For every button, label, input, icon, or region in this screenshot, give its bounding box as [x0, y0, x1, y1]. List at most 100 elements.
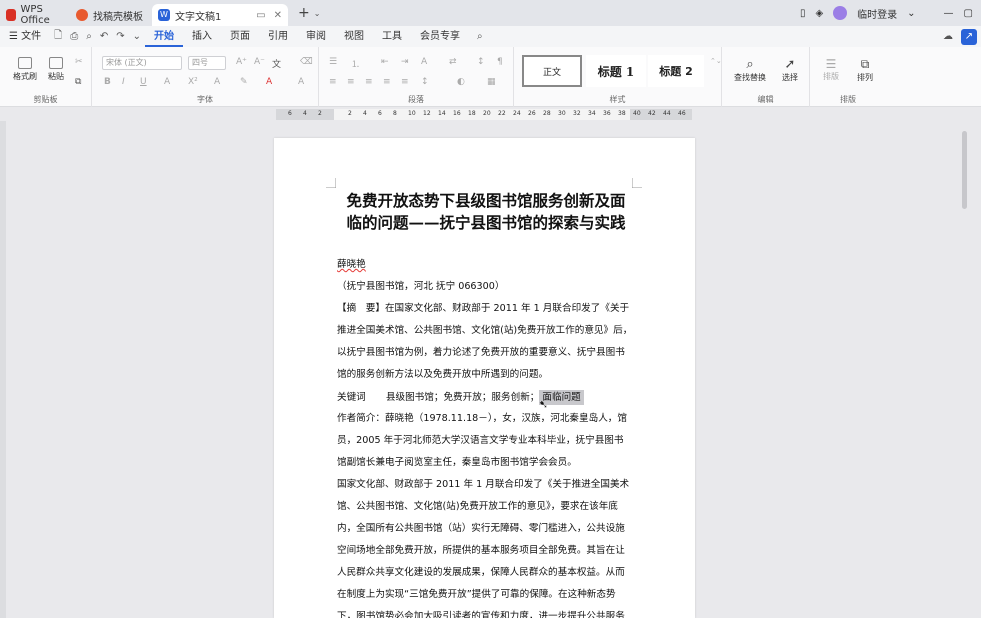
- decrease-indent-icon[interactable]: ⇤: [381, 57, 389, 67]
- copy-icon[interactable]: ⧉: [75, 77, 81, 87]
- menu-tools[interactable]: 工具: [373, 26, 411, 47]
- keywords-label: 关键词: [337, 392, 366, 403]
- clipboard-group-label: 剪贴板: [33, 95, 58, 104]
- menu-reference[interactable]: 引用: [259, 26, 297, 47]
- menu-review[interactable]: 审阅: [297, 26, 335, 47]
- distributed-icon[interactable]: ≡: [401, 77, 409, 87]
- chevron-down-icon[interactable]: ⌄: [907, 8, 915, 19]
- superscript-icon[interactable]: X²: [188, 77, 198, 87]
- select-button[interactable]: ➚ 选择: [774, 57, 806, 83]
- menu-file[interactable]: ☰ 文件: [0, 26, 50, 47]
- numbered-list-icon[interactable]: ⒈: [351, 57, 360, 70]
- typeset-button[interactable]: ☰ 排版: [816, 57, 846, 82]
- font-color-icon[interactable]: A: [266, 77, 272, 87]
- ruler-tick-label: 6: [378, 110, 382, 117]
- author-name: 薛晓艳: [337, 259, 366, 270]
- bold-icon[interactable]: B: [104, 77, 111, 87]
- tab-document[interactable]: W 文字文稿1 ▭ ✕: [152, 4, 288, 26]
- search-icon[interactable]: ⌕: [473, 31, 487, 42]
- menu-member[interactable]: 会员专享: [411, 26, 469, 47]
- align-center-icon[interactable]: ≡: [347, 77, 355, 87]
- shading-icon[interactable]: ◐: [457, 77, 465, 87]
- strikethrough-icon[interactable]: A: [164, 77, 170, 87]
- format-painter-label: 格式刷: [13, 72, 37, 81]
- maximize-icon[interactable]: ▢: [964, 8, 973, 19]
- align-right-icon[interactable]: ≡: [365, 77, 373, 87]
- char-border-icon[interactable]: A: [298, 77, 304, 87]
- text-direction-icon[interactable]: ⇄: [449, 57, 457, 67]
- body-line: 馆、公共图书馆、文化馆(站)免费开放工作的意见》，要求在该年底: [337, 501, 618, 512]
- ruler-tick-label: 24: [513, 110, 521, 117]
- ruler-tick-label: 26: [528, 110, 536, 117]
- highlight-icon[interactable]: ✎: [240, 77, 248, 87]
- tab-restore-icon[interactable]: ▭: [256, 10, 265, 21]
- scrollbar-thumb[interactable]: [962, 131, 967, 209]
- document-page[interactable]: 免费开放态势下县级图书馆服务创新及面 临的问题——抚宁县图书馆的探索与实践 薛晓…: [274, 138, 695, 618]
- cube-icon[interactable]: ◈: [815, 8, 823, 19]
- line-spacing-icon[interactable]: ↕: [421, 77, 429, 87]
- login-button[interactable]: 临时登录: [857, 6, 897, 21]
- phonetic-icon[interactable]: 文: [272, 57, 281, 70]
- increase-indent-icon[interactable]: ⇥: [401, 57, 409, 67]
- abstract-line: 推进全国美术馆、公共图书馆、文化馆(站)免费开放工作的意见》后，: [337, 325, 633, 336]
- chinese-layout-icon[interactable]: A: [421, 57, 427, 67]
- menu-insert[interactable]: 插入: [183, 26, 221, 47]
- vertical-scrollbar[interactable]: [958, 109, 972, 618]
- paste-button[interactable]: 粘贴: [42, 57, 70, 82]
- arrange-button[interactable]: ⧉ 排列: [850, 57, 880, 83]
- borders-icon[interactable]: ▦: [487, 77, 496, 87]
- vertical-ruler[interactable]: [0, 121, 6, 618]
- font-group: 宋体 (正文) 四号 A⁺ A⁻ 文 ⌫ B I U A X² A ✎ A A …: [92, 47, 319, 107]
- edit-group-label: 编辑: [757, 95, 774, 104]
- save-icon[interactable]: 🗋: [50, 28, 66, 45]
- shrink-font-icon[interactable]: A⁻: [254, 57, 265, 67]
- ribbon: 格式刷 粘贴 ✂ ⧉ 剪贴板 宋体 (正文) 四号 A⁺ A⁻ 文 ⌫ B I …: [0, 47, 981, 107]
- styles-scroll-icon[interactable]: ⌃⌄: [710, 57, 722, 65]
- tab-templates[interactable]: 找稿壳模板: [70, 4, 152, 26]
- style-heading-1[interactable]: 标题 1: [586, 55, 646, 87]
- format-painter-button[interactable]: 格式刷: [10, 57, 40, 82]
- paste-icon: [49, 57, 63, 69]
- ruler-tick-label: 22: [498, 110, 506, 117]
- menu-page[interactable]: 页面: [221, 26, 259, 47]
- template-icon: [76, 9, 88, 21]
- undo-icon[interactable]: ↶: [96, 31, 112, 42]
- tab-wps-office[interactable]: WPS Office: [0, 4, 70, 26]
- find-replace-button[interactable]: ⌕ 查找替换: [728, 57, 772, 83]
- print-preview-icon[interactable]: ⌕: [82, 31, 96, 42]
- avatar[interactable]: [833, 6, 848, 20]
- italic-icon[interactable]: I: [122, 77, 125, 87]
- horizontal-ruler[interactable]: 6 4 2 2 4 6 8 10 12 14 16 18 20 22 24 26 28 30 32 34 36 38 40 4…: [276, 109, 692, 120]
- sidebar-toggle-icon[interactable]: ▯: [800, 8, 806, 19]
- new-tab-icon[interactable]: +: [298, 5, 310, 21]
- align-left-icon[interactable]: ≡: [329, 77, 337, 87]
- menu-view[interactable]: 视图: [335, 26, 373, 47]
- clear-format-icon[interactable]: ⌫: [300, 57, 313, 67]
- sort-icon[interactable]: ↕: [477, 57, 485, 67]
- menu-home[interactable]: 开始: [144, 26, 183, 47]
- share-icon[interactable]: ↗: [961, 28, 977, 45]
- text-effect-icon[interactable]: A: [214, 77, 220, 87]
- ruler-tick-label: 18: [468, 110, 476, 117]
- cut-icon[interactable]: ✂: [75, 57, 83, 67]
- style-heading-2[interactable]: 标题 2: [648, 55, 704, 87]
- font-name-select[interactable]: 宋体 (正文): [102, 56, 182, 70]
- abstract-line: 【摘 要】在国家文化部、财政部于 2011 年 1 月联合印发了《关于: [337, 303, 630, 314]
- ruler-tick-label: 40: [633, 110, 641, 117]
- title-line: 临的问题——抚宁县图书馆的探索与实践: [346, 213, 626, 232]
- minimize-icon[interactable]: —: [944, 8, 954, 19]
- show-marks-icon[interactable]: ¶: [497, 57, 503, 67]
- tab-list-chevron-icon[interactable]: ⌄: [314, 9, 321, 18]
- bullet-list-icon[interactable]: ☰: [329, 57, 337, 67]
- tab-close-icon[interactable]: ✕: [274, 10, 282, 21]
- underline-icon[interactable]: U: [140, 77, 147, 87]
- more-chevron-icon[interactable]: ⌄: [129, 31, 145, 42]
- justify-icon[interactable]: ≡: [383, 77, 391, 87]
- font-size-select[interactable]: 四号: [188, 56, 226, 70]
- redo-icon[interactable]: ↷: [112, 31, 128, 42]
- cloud-icon[interactable]: ☁: [935, 31, 961, 42]
- export-icon[interactable]: ⎙: [66, 31, 82, 42]
- style-normal[interactable]: 正文: [522, 55, 582, 87]
- grow-font-icon[interactable]: A⁺: [236, 57, 247, 67]
- ruler-tick-label: 36: [603, 110, 611, 117]
